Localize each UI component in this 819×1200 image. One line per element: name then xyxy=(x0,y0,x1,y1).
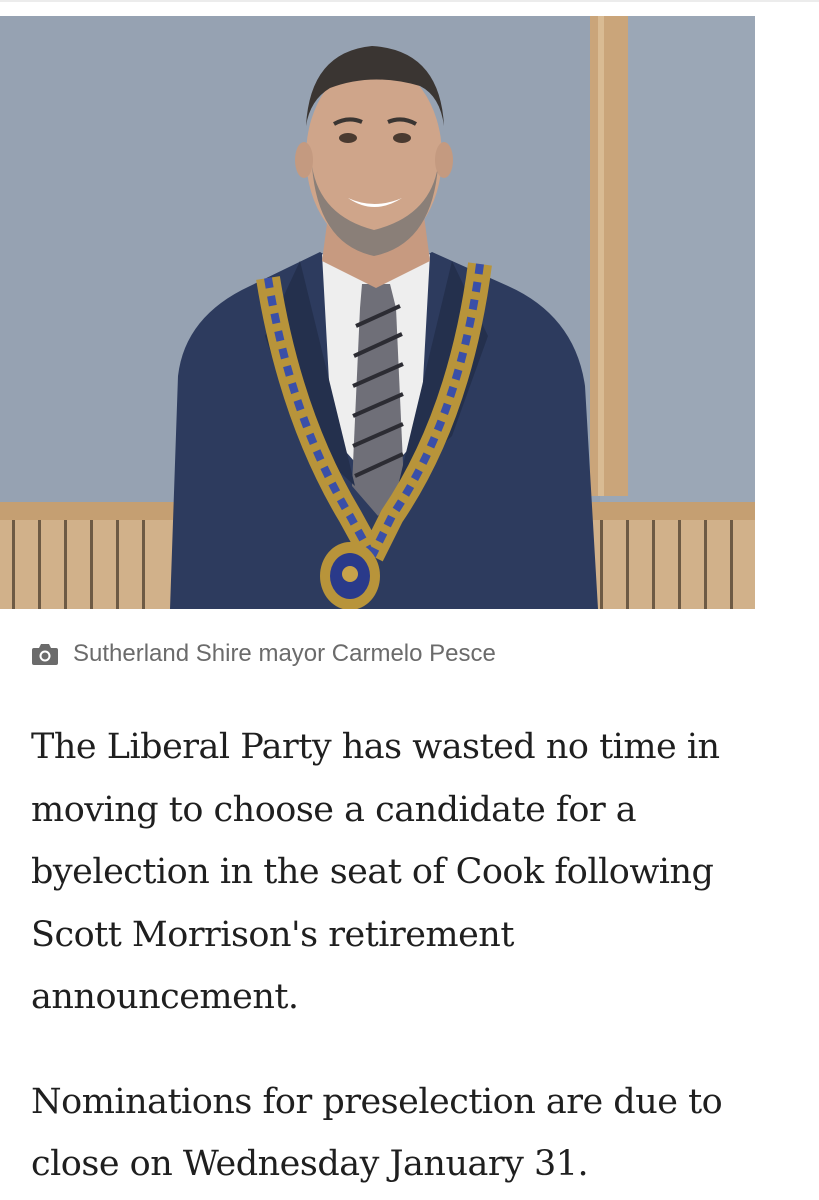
article-body: The Liberal Party has wasted no time in … xyxy=(31,716,771,1196)
caption-text: Sutherland Shire mayor Carmelo Pesce xyxy=(73,640,496,667)
article-photo xyxy=(0,16,755,609)
article-paragraph: The Liberal Party has wasted no time in … xyxy=(31,727,720,1017)
photo-caption: Sutherland Shire mayor Carmelo Pesce xyxy=(31,636,496,672)
camera-icon xyxy=(31,642,59,666)
article-paragraph: Nominations for preselection are due to … xyxy=(31,1081,723,1185)
top-divider xyxy=(0,0,819,2)
